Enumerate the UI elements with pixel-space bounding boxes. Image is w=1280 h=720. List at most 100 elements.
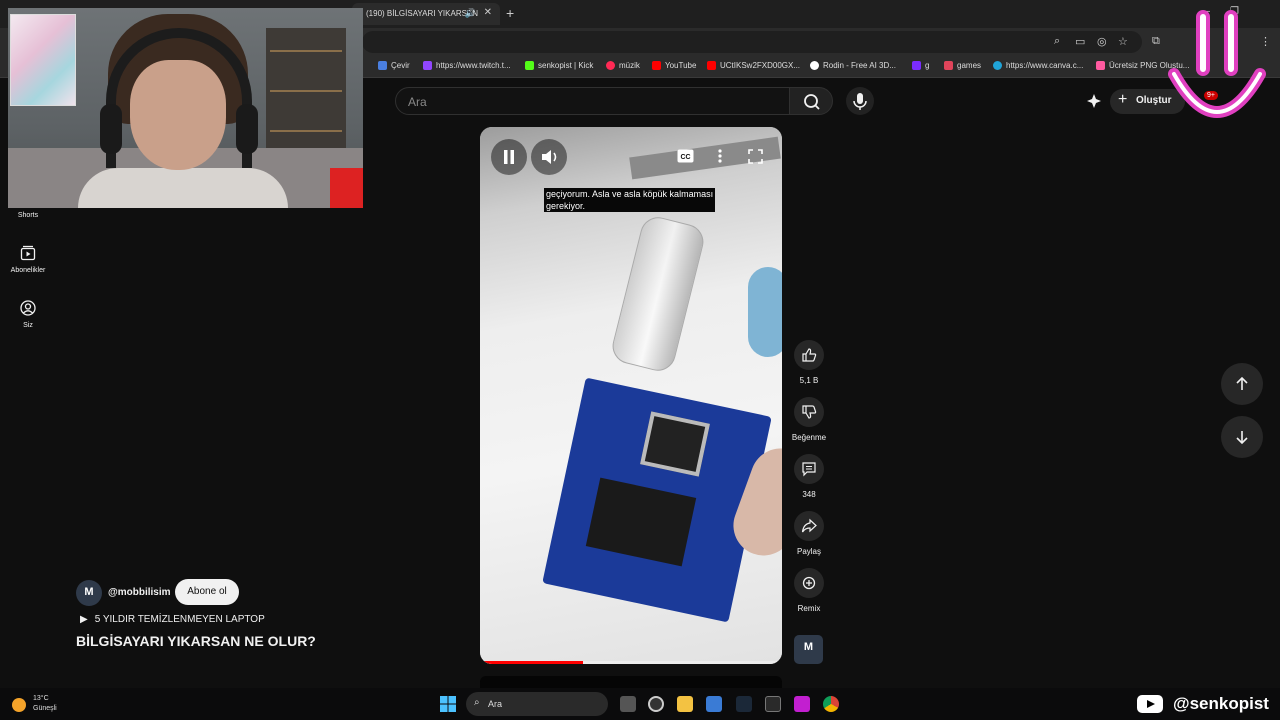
bookmark[interactable]: https://www.canva.c... [993, 61, 1083, 70]
close-tab-icon[interactable]: ✕ [484, 7, 492, 18]
caption-line: geçiyorum. Asla ve asla köpük kalmaması [546, 189, 714, 199]
sidebar-item-label: Abonelikler [10, 267, 46, 274]
bookmark[interactable]: Rodin - Free AI 3D... [810, 61, 896, 70]
temperature: 13°C [33, 695, 49, 702]
bookmark[interactable]: müzik [606, 61, 640, 70]
bookmark[interactable]: https://www.twitch.t... [423, 61, 511, 70]
bookmark[interactable]: Çevir [378, 61, 410, 70]
search-box[interactable]: Ara [395, 87, 790, 115]
video-title: BİLGİSAYARI YIKARSAN NE OLUR? [76, 633, 316, 649]
channel-name[interactable]: @mobbilisim [108, 587, 171, 598]
plus-icon: + [1118, 91, 1128, 108]
next-short-button[interactable] [1221, 416, 1263, 458]
kick-icon [525, 61, 534, 70]
subscriptions-icon [20, 245, 36, 261]
share-icon [801, 518, 817, 533]
more-options-button[interactable] [717, 149, 723, 168]
headset-ear-left [100, 104, 122, 154]
bookmark-label: YouTube [665, 61, 697, 70]
k-icon [912, 61, 921, 70]
sparkle-icon[interactable] [1086, 93, 1102, 109]
comment-count: 348 [802, 490, 816, 499]
taskbar-search-placeholder: Ara [488, 699, 503, 709]
play-icon: ▶ [80, 614, 88, 625]
volume-button[interactable] [531, 139, 567, 175]
github-icon[interactable] [648, 696, 664, 712]
windows-start-icon[interactable] [440, 696, 456, 712]
comments-button[interactable]: 348 [790, 454, 828, 499]
search-icon [804, 94, 820, 110]
browser-tab[interactable]: (190) BİLGİSAYARI YIKARSAN 🔊 ✕ [352, 3, 500, 25]
voice-search-button[interactable] [846, 87, 874, 115]
eye-off-icon[interactable]: ◎ [1097, 35, 1107, 48]
app-icon[interactable] [794, 696, 810, 712]
arrow-up-icon [1236, 376, 1248, 390]
wall-painting [10, 14, 76, 106]
dislike-button[interactable]: Beğenme [790, 397, 828, 442]
epic-games-icon[interactable] [765, 696, 781, 712]
caption-line: gerekiyor. [546, 201, 586, 211]
task-view-icon[interactable] [620, 696, 636, 712]
streamer-branding: @senkopist [1137, 694, 1269, 714]
bookmark[interactable]: games [944, 61, 981, 70]
windows-taskbar: 13°C Güneşli ⌕ Ara [0, 688, 1280, 720]
subscribe-button[interactable]: Abone ol [175, 579, 239, 605]
smiley-overlay-icon [1168, 10, 1266, 118]
more-vert-icon [718, 149, 722, 163]
remix-button[interactable]: Remix [790, 568, 828, 613]
comment-icon [802, 462, 816, 477]
search-button[interactable] [789, 87, 833, 115]
screen: (190) BİLGİSAYARI YIKARSAN 🔊 ✕ + — ❐ ⌕ ▭… [0, 0, 1280, 720]
thumbs-down-icon [802, 405, 817, 419]
weather-condition: Güneşli [33, 705, 57, 712]
new-tab-icon[interactable]: + [506, 5, 514, 21]
bookmark[interactable]: senkopist | Kick [525, 61, 593, 70]
cc-icon: CC [677, 149, 694, 163]
share-label: Paylaş [796, 547, 821, 556]
user-icon [20, 300, 36, 316]
youtube-icon [652, 61, 661, 70]
like-count: 5,1 B [799, 376, 819, 385]
bookmark-label: games [957, 61, 982, 70]
cast-icon[interactable]: ▭ [1075, 35, 1085, 48]
extensions-icon[interactable]: ⧉ [1152, 35, 1160, 48]
sidebar-item-you[interactable]: Siz [0, 300, 56, 329]
previous-short-button[interactable] [1221, 363, 1263, 405]
channel-avatar[interactable]: M [76, 580, 102, 606]
streamer-body [78, 168, 288, 208]
store-icon[interactable] [706, 696, 722, 712]
playlist-link[interactable]: ▶ 5 YILDIR TEMİZLENMEYEN LAPTOP [80, 614, 265, 625]
taskbar-search[interactable]: ⌕ Ara [466, 692, 608, 716]
rodin-icon [810, 61, 819, 70]
bookmark[interactable]: g [912, 61, 929, 70]
speaker-icon[interactable]: 🔊 [465, 8, 476, 19]
games-icon [944, 61, 953, 70]
fullscreen-icon [748, 149, 763, 164]
shorts-player[interactable]: CC geçiyorum. Asla ve asla köpük kalmama… [480, 127, 782, 664]
pause-button[interactable] [491, 139, 527, 175]
omnibox[interactable] [362, 31, 1142, 53]
chrome-icon[interactable] [823, 696, 839, 712]
steam-icon[interactable] [736, 696, 752, 712]
sidebar-item-subscriptions[interactable]: Abonelikler [0, 245, 56, 274]
audio-channel-thumbnail[interactable]: M [794, 635, 823, 664]
remix-label: Remix [797, 604, 821, 613]
arrow-down-icon [1236, 431, 1248, 445]
share-button[interactable]: Paylaş [790, 511, 828, 556]
fullscreen-button[interactable] [748, 149, 763, 169]
red-object [330, 168, 363, 208]
star-icon[interactable]: ☆ [1118, 35, 1128, 48]
video-blue-object [748, 267, 782, 357]
twitch-icon [423, 61, 432, 70]
captions-button[interactable]: CC [677, 149, 694, 168]
next-short-preview[interactable] [480, 676, 782, 688]
sidebar-item-shorts[interactable]: Shorts [0, 212, 56, 219]
file-explorer-icon[interactable] [677, 696, 693, 712]
bookmark[interactable]: UCtIKSw2FXD00GX... [707, 61, 800, 70]
bookmark-label: UCtIKSw2FXD00GX... [720, 61, 801, 70]
progress-bar[interactable] [480, 661, 782, 664]
zoom-icon[interactable]: ⌕ [1054, 35, 1060, 48]
headset-ear-right [236, 104, 258, 154]
like-button[interactable]: 5,1 B [790, 340, 828, 385]
bookmark[interactable]: YouTube [652, 61, 696, 70]
